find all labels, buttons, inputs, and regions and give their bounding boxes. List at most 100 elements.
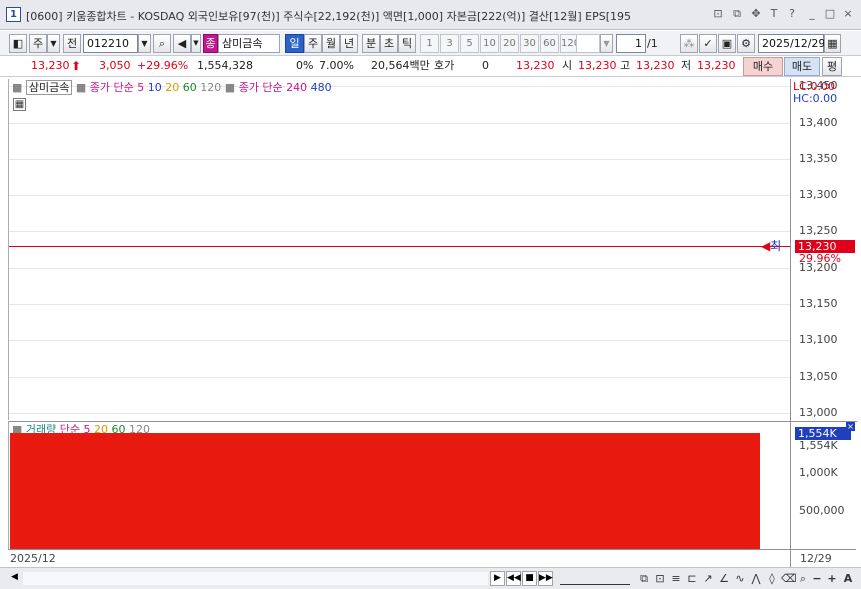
trade-amount: 20,564백만 xyxy=(371,59,430,72)
interval-3-button[interactable]: 3 xyxy=(440,34,459,53)
prev-button[interactable]: 전 xyxy=(63,34,81,53)
date-field[interactable]: 2025/12/29 xyxy=(758,34,825,53)
market-button[interactable]: 주 xyxy=(29,34,47,53)
price-tick-label: 13,250 xyxy=(799,224,838,238)
hoga-price: 13,230 xyxy=(516,59,555,72)
period-week-button[interactable]: 주 xyxy=(304,34,322,53)
close-pane-icon[interactable]: × xyxy=(846,422,855,431)
stop-icon[interactable]: ■ xyxy=(522,571,537,586)
legend-ma-480: 480 xyxy=(310,81,332,94)
period-second-button[interactable]: 초 xyxy=(380,34,398,53)
period-month-button[interactable]: 월 xyxy=(322,34,340,53)
save-icon[interactable]: ▣ xyxy=(718,34,736,53)
zoom-slider[interactable] xyxy=(560,573,630,585)
legend-ma-60: 60 xyxy=(182,81,197,94)
price-legend: ■ 삼미금속 ■ 종가 단순 5 10 20 60 120 ■ 종가 단순 24… xyxy=(12,80,332,95)
toolbar: ◧ 주 ▼ 전 012210 ▼ ⌕ ◀ ▼ 종 삼미금속 일 주 월 년 분 … xyxy=(0,31,861,56)
zoom-in-icon[interactable]: + xyxy=(825,572,839,586)
search-icon[interactable]: ⌕ xyxy=(153,34,171,53)
price-tick-label: 13,300 xyxy=(799,188,838,202)
interval-10-button[interactable]: 10 xyxy=(480,34,499,53)
volume-chart-pane[interactable]: ■ 거래량 단순 5 20 60 120 xyxy=(8,421,790,549)
marker-arrow-icon: ◀ xyxy=(761,238,771,253)
interval-dropdown-icon[interactable]: ▼ xyxy=(600,34,613,53)
legend-stock-name[interactable]: 삼미금속 xyxy=(25,80,73,95)
grid-table-icon[interactable]: ▦ xyxy=(13,98,26,111)
link-icon[interactable]: ⊡ xyxy=(711,7,725,21)
interval-30-button[interactable]: 30 xyxy=(520,34,539,53)
fast-forward-icon[interactable]: ▶▶ xyxy=(538,571,553,586)
axis-divider xyxy=(790,550,791,568)
scroll-track[interactable] xyxy=(23,572,488,585)
scroll-right-icon[interactable]: ▶ xyxy=(490,571,505,586)
volume-tick-label: 1,000K xyxy=(799,466,838,480)
maximize-icon[interactable]: □ xyxy=(823,7,837,21)
angle-icon[interactable]: ∠ xyxy=(717,572,731,586)
gear-icon[interactable]: ⚙ xyxy=(737,34,755,53)
help-icon[interactable]: ? xyxy=(785,7,799,21)
price-change: 3,050 xyxy=(99,59,131,72)
open-label: 시 xyxy=(562,59,573,72)
price-gridline xyxy=(9,340,791,342)
market-dropdown-icon[interactable]: ▼ xyxy=(47,34,60,53)
avg-button[interactable]: 평 xyxy=(822,57,842,76)
high-price: 13,230 xyxy=(636,59,675,72)
stock-tag: 종 xyxy=(203,34,218,53)
legend-ma-label-2: 종가 단순 xyxy=(238,81,283,94)
window-number-icon[interactable]: 1 xyxy=(6,7,21,22)
calendar-icon[interactable]: ▦ xyxy=(824,34,841,53)
rewind-icon[interactable]: ◀◀ xyxy=(506,571,521,586)
indicator-icon[interactable]: ✓ xyxy=(699,34,717,53)
speaker-icon[interactable]: ◀ xyxy=(173,34,191,53)
rate-value: 7.00% xyxy=(319,59,354,72)
wave-icon[interactable]: ∿ xyxy=(733,572,747,586)
interval-60-button[interactable]: 60 xyxy=(540,34,559,53)
close-icon[interactable]: × xyxy=(841,7,855,21)
zoom-search-icon[interactable]: ⌕ xyxy=(796,572,810,586)
price-gridline xyxy=(9,267,791,269)
price-gridline xyxy=(9,376,791,378)
restore-copy-icon[interactable]: ⧉ xyxy=(730,7,744,21)
shape-icon[interactable]: ◊ xyxy=(765,572,779,586)
period-day-button[interactable]: 일 xyxy=(285,34,304,53)
compare-icon[interactable]: ⁂ xyxy=(680,34,698,53)
price-tick-label: 13,100 xyxy=(799,333,838,347)
interval-5-button[interactable]: 5 xyxy=(460,34,479,53)
stock-name-field[interactable]: 삼미금속 xyxy=(218,34,280,53)
period-minute-button[interactable]: 분 xyxy=(362,34,380,53)
interval-1-button[interactable]: 1 xyxy=(420,34,439,53)
scroll-left-icon[interactable]: ◀ xyxy=(7,571,22,586)
trend-icon[interactable]: ⊏ xyxy=(685,572,699,586)
fib-icon[interactable]: ≡ xyxy=(669,572,683,586)
window-icon[interactable]: ⊡ xyxy=(653,572,667,586)
buy-button[interactable]: 매수 xyxy=(743,57,783,76)
price-gridline xyxy=(9,231,791,233)
sell-button[interactable]: 매도 xyxy=(784,57,820,76)
hoga-label: 호가 xyxy=(434,59,455,72)
font-icon[interactable]: T xyxy=(767,7,781,21)
period-year-button[interactable]: 년 xyxy=(340,34,358,53)
stock-code-input[interactable]: 012210 xyxy=(83,34,138,53)
code-dropdown-icon[interactable]: ▼ xyxy=(138,34,151,53)
y-axis[interactable]: LC:0.00 HC:0.00 13,450 13,400 13,350 13,300… xyxy=(790,79,857,549)
current-price-tag: 13,230 xyxy=(795,239,855,253)
legend-square-icon: ■ xyxy=(12,81,23,94)
price-chart-pane[interactable]: ■ 삼미금속 ■ 종가 단순 5 10 20 60 120 ■ 종가 단순 24… xyxy=(8,79,791,420)
copy-icon[interactable]: ⧉ xyxy=(637,572,651,586)
marker-label: 최 xyxy=(770,238,782,253)
volume-tick-label: 500,000 xyxy=(799,503,845,517)
page-input[interactable]: 1 xyxy=(616,34,646,53)
text-size-icon[interactable]: A xyxy=(841,572,855,586)
arrow-tool-icon[interactable]: ↗ xyxy=(701,572,715,586)
pattern-icon[interactable]: ⋀ xyxy=(749,572,763,586)
layout-icon[interactable]: ◧ xyxy=(9,34,27,53)
speaker-dropdown-icon[interactable]: ▼ xyxy=(191,34,201,53)
pin-icon[interactable]: ✥ xyxy=(749,7,763,21)
interval-20-button[interactable]: 20 xyxy=(500,34,519,53)
zoom-out-icon[interactable]: − xyxy=(810,572,824,586)
minimize-icon[interactable]: _ xyxy=(805,7,819,21)
low-price: 13,230 xyxy=(697,59,736,72)
interval-custom-input[interactable] xyxy=(576,34,600,53)
eraser-icon[interactable]: ⌫ xyxy=(781,572,797,586)
period-tick-button[interactable]: 틱 xyxy=(398,34,416,53)
